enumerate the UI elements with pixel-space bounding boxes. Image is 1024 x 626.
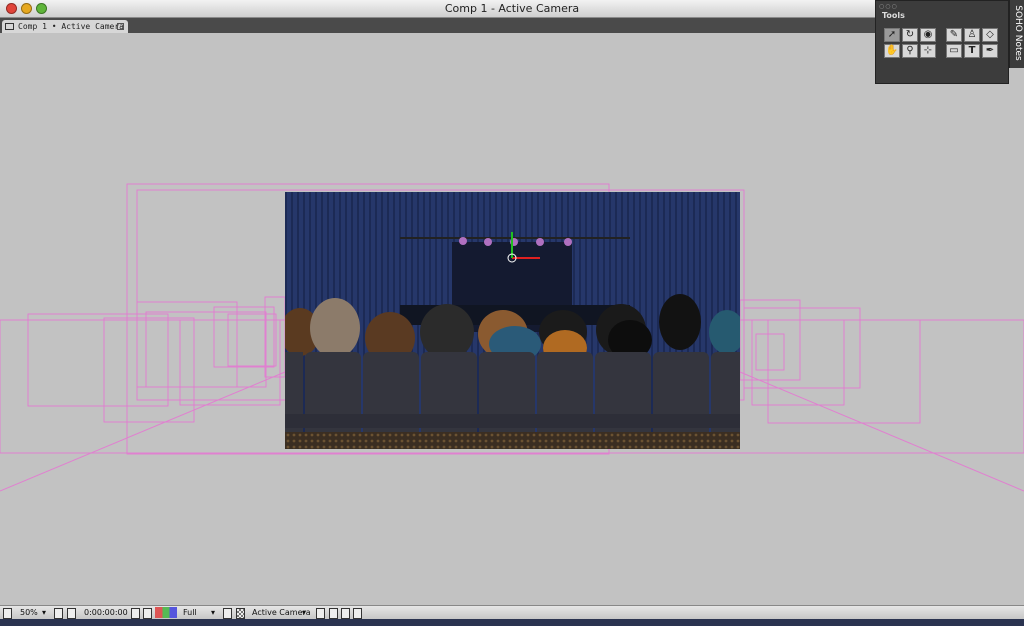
timecode-display[interactable]: 0:00:00:00 <box>84 607 128 618</box>
resolution-dropdown[interactable]: Full <box>183 607 197 618</box>
3d-view-dropdown-arrow-icon[interactable]: ▾ <box>302 607 306 618</box>
rotation-tool-icon[interactable]: ↻ <box>902 28 918 42</box>
region-of-interest-icon[interactable] <box>223 608 232 619</box>
timeline-icon[interactable] <box>341 608 350 619</box>
zoom-tool-icon[interactable]: ⚲ <box>902 44 918 58</box>
safe-zones-icon[interactable] <box>54 608 63 619</box>
fast-previews-icon[interactable] <box>329 608 338 619</box>
mask-view-icon[interactable] <box>67 608 76 619</box>
soho-notes-panel-tab[interactable]: SOHO Notes <box>1009 0 1024 68</box>
palette-window-controls[interactable]: ○○○ <box>879 3 898 10</box>
pen-tool-icon[interactable]: ✒ <box>982 44 998 58</box>
selection-tool-icon[interactable]: ➚ <box>884 28 900 42</box>
show-snapshot-icon[interactable] <box>143 608 152 619</box>
viewer-bottom-bar: 50% ▾ 0:00:00:00 Full ▾ Active Camera ▾ <box>0 605 1024 619</box>
pan-behind-tool-icon[interactable]: ⊹ <box>920 44 936 58</box>
orbit-camera-tool-icon[interactable]: ◉ <box>920 28 936 42</box>
resolution-dropdown-arrow-icon[interactable]: ▾ <box>211 607 215 618</box>
theater-scene <box>285 192 740 449</box>
tools-palette-title: Tools <box>882 11 905 20</box>
tools-palette: ○○○ Tools ➚ ↻ ◉ ✎ ♙ ◇ ✋ ⚲ ⊹ ▭ T ✒ <box>875 0 1009 84</box>
snapshot-icon[interactable] <box>131 608 140 619</box>
dock-strip <box>0 619 1024 626</box>
soho-notes-label: SOHO Notes <box>1013 5 1023 61</box>
composition-viewer[interactable] <box>285 192 740 449</box>
eraser-tool-icon[interactable]: ◇ <box>982 28 998 42</box>
text-tool-icon[interactable]: T <box>964 44 980 58</box>
zoom-level-dropdown[interactable]: 50% <box>20 607 38 618</box>
clone-stamp-tool-icon[interactable]: ♙ <box>964 28 980 42</box>
transparency-grid-icon[interactable] <box>236 608 245 619</box>
always-preview-icon[interactable] <box>3 608 12 619</box>
mask-tool-icon[interactable]: ▭ <box>946 44 962 58</box>
flowchart-icon[interactable] <box>353 608 362 619</box>
brush-tool-icon[interactable]: ✎ <box>946 28 962 42</box>
hand-tool-icon[interactable]: ✋ <box>884 44 900 58</box>
zoom-dropdown-arrow-icon[interactable]: ▾ <box>42 607 46 618</box>
channel-rgb-icon[interactable] <box>155 607 177 618</box>
toggle-view-icon[interactable] <box>316 608 325 619</box>
